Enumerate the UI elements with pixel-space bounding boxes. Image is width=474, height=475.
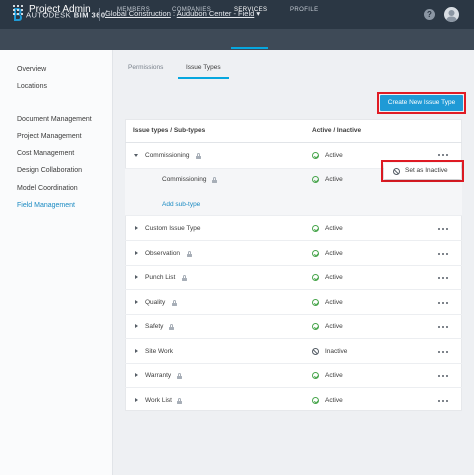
avatar[interactable] [444, 7, 459, 22]
lock-icon [212, 177, 217, 183]
issue-type-name: Safety [145, 323, 164, 330]
row-divider [125, 289, 462, 290]
sidebar-item-project-management[interactable]: Project Management [17, 133, 82, 140]
more-options-icon[interactable] [438, 228, 448, 231]
expand-caret-icon[interactable] [135, 275, 138, 279]
help-icon[interactable]: ? [424, 9, 435, 20]
active-check-icon [312, 299, 319, 306]
tab-members[interactable]: MEMBERS [117, 7, 150, 13]
issue-type-name: Quality [145, 299, 166, 306]
more-options-icon[interactable] [438, 326, 448, 329]
active-check-icon [312, 176, 319, 183]
header-divider-line [125, 142, 462, 143]
inactive-status-icon [393, 168, 400, 175]
more-options-icon[interactable] [438, 154, 448, 157]
app-title: Project Admin [29, 4, 91, 15]
column-header-status: Active / Inactive [312, 127, 362, 134]
more-options-icon[interactable] [438, 277, 448, 280]
user-avatar-icon [446, 10, 457, 22]
inactive-status-icon [312, 348, 319, 355]
more-options-icon[interactable] [438, 400, 448, 403]
status-label: Active [325, 397, 343, 404]
status-label: Active [325, 372, 343, 379]
status-label: Active [325, 299, 343, 306]
sidebar [0, 50, 113, 475]
lock-icon [182, 275, 187, 281]
row-divider [125, 240, 462, 241]
active-subtab-indicator [178, 77, 229, 79]
row-divider [125, 338, 462, 339]
row-divider [125, 387, 462, 388]
sidebar-item-model-coordination[interactable]: Model Coordination [17, 185, 78, 192]
lock-icon [196, 153, 201, 159]
app-grid-icon[interactable] [13, 5, 23, 15]
expand-caret-icon[interactable] [135, 373, 138, 377]
add-subtype-link[interactable]: Add sub-type [162, 201, 200, 208]
lock-icon [177, 398, 182, 404]
issue-type-name: Custom Issue Type [145, 225, 201, 232]
lock-icon [172, 300, 177, 306]
issue-type-name: Site Work [145, 348, 174, 355]
column-header-type: Issue types / Sub-types [133, 127, 206, 134]
tab-permissions[interactable]: Permissions [128, 64, 163, 71]
expand-caret-icon[interactable] [135, 324, 138, 328]
sidebar-item-design-collaboration[interactable]: Design Collaboration [17, 167, 82, 174]
issue-type-name: Work List [145, 397, 172, 404]
more-options-icon[interactable] [438, 253, 448, 256]
lock-icon [187, 251, 192, 257]
expand-caret-icon[interactable] [135, 226, 138, 230]
more-options-icon[interactable] [438, 302, 448, 305]
more-options-icon[interactable] [438, 351, 448, 354]
tab-services[interactable]: SERVICES [234, 7, 267, 13]
expand-caret-icon[interactable] [135, 349, 138, 353]
active-check-icon [312, 323, 319, 330]
subtype-name: Commissioning [162, 176, 207, 183]
active-check-icon [312, 397, 319, 404]
tab-profile[interactable]: PROFILE [290, 7, 318, 13]
issue-type-name: Commissioning [145, 152, 190, 159]
status-label: Active [325, 274, 343, 281]
active-check-icon [312, 225, 319, 232]
row-divider [125, 265, 462, 266]
sidebar-item-overview[interactable]: Overview [17, 66, 46, 73]
active-check-icon [312, 372, 319, 379]
active-check-icon [312, 274, 319, 281]
set-inactive-menu-item[interactable]: Set as Inactive [405, 167, 448, 174]
header-divider [99, 8, 100, 21]
status-label: Active [325, 225, 343, 232]
sidebar-item-document-management[interactable]: Document Management [17, 116, 92, 123]
row-divider [125, 215, 462, 216]
status-label: Active [325, 323, 343, 330]
lock-icon [169, 324, 174, 330]
active-tab-indicator [231, 47, 268, 49]
sidebar-item-field-management[interactable]: Field Management [17, 202, 75, 209]
status-label: Active [325, 152, 343, 159]
tab-issue-types[interactable]: Issue Types [186, 64, 221, 71]
status-label: Active [325, 250, 343, 257]
status-label: Inactive [325, 348, 348, 355]
issue-type-name: Punch List [145, 274, 176, 281]
sidebar-item-locations[interactable]: Locations [17, 83, 47, 90]
create-issue-type-button[interactable]: Create New Issue Type [380, 95, 463, 111]
expand-caret-icon[interactable] [135, 398, 138, 402]
lock-icon [177, 373, 182, 379]
collapse-caret-icon[interactable] [134, 154, 138, 157]
row-divider [125, 314, 462, 315]
expand-caret-icon[interactable] [135, 300, 138, 304]
status-label: Active [325, 176, 343, 183]
issue-type-name: Warranty [145, 372, 172, 379]
sidebar-item-cost-management[interactable]: Cost Management [17, 150, 74, 157]
expand-caret-icon[interactable] [135, 251, 138, 255]
issue-type-name: Observation [145, 250, 181, 257]
active-check-icon [312, 152, 319, 159]
more-options-icon[interactable] [438, 375, 448, 378]
row-divider [125, 363, 462, 364]
tab-companies[interactable]: COMPANIES [172, 7, 211, 13]
active-check-icon [312, 250, 319, 257]
